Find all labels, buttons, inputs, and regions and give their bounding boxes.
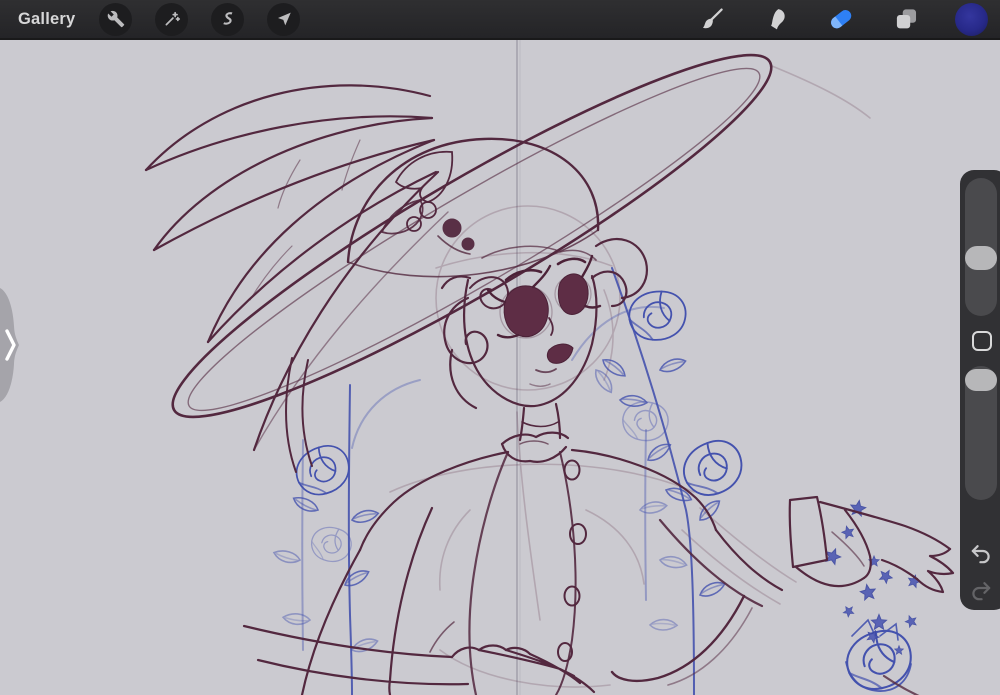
color-swatch <box>954 2 988 36</box>
brush-size-handle[interactable] <box>965 246 997 270</box>
selection-s-icon <box>223 12 233 25</box>
opacity-handle[interactable] <box>965 369 997 391</box>
sidebar-pull-tab[interactable] <box>0 286 24 406</box>
smudge-icon <box>770 8 785 29</box>
layers-icon <box>896 9 917 29</box>
actions-button[interactable] <box>99 2 133 36</box>
undo-icon <box>971 545 990 564</box>
modify-button[interactable] <box>972 331 992 351</box>
eraser-button[interactable] <box>824 2 858 36</box>
redo-button[interactable] <box>968 578 994 604</box>
side-toolbar <box>960 170 1000 610</box>
left-tool-group <box>99 2 301 36</box>
undo-button[interactable] <box>968 541 994 567</box>
paintbrush-icon <box>702 7 723 28</box>
construction-sketch <box>389 65 871 688</box>
canvas-artwork <box>144 40 955 695</box>
smudge-button[interactable] <box>759 2 793 36</box>
color-button[interactable] <box>954 2 988 36</box>
canvas-guide-line <box>516 40 521 695</box>
wrench-icon <box>107 10 125 28</box>
rose-leaves <box>271 354 728 655</box>
selection-button[interactable] <box>211 2 245 36</box>
right-tool-group <box>694 2 1000 36</box>
paint-button[interactable] <box>694 2 728 36</box>
chevron-right-icon <box>0 288 19 402</box>
gallery-button[interactable]: Gallery <box>18 10 75 29</box>
feather-plumes <box>144 84 449 473</box>
redo-icon <box>972 582 991 601</box>
eraser-icon <box>831 10 852 29</box>
magic-wand-icon <box>165 11 180 26</box>
layers-button[interactable] <box>889 2 923 36</box>
transform-arrow-icon <box>277 12 291 26</box>
hat-sketch <box>171 53 773 419</box>
transform-button[interactable] <box>267 2 301 36</box>
top-toolbar: Gallery <box>0 0 1000 40</box>
drawing-canvas[interactable] <box>0 40 1000 695</box>
adjustments-button[interactable] <box>155 2 189 36</box>
